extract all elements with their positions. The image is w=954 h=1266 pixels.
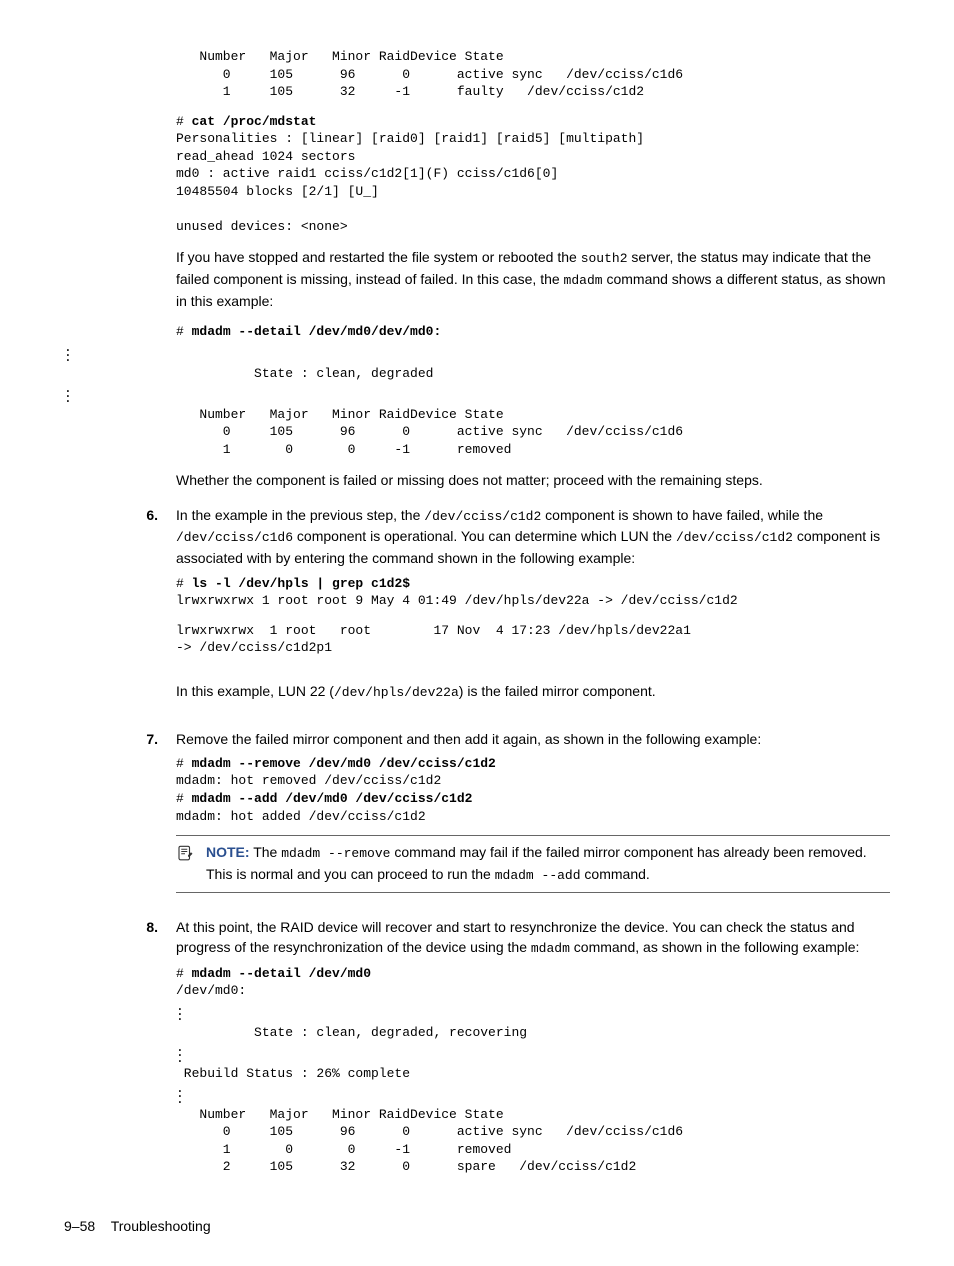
note-text: NOTE: The mdadm --remove command may fai… [206,842,890,886]
vdots: . . . [64,345,890,361]
code-ls-grep: # ls -l /dev/hpls | grep c1d2$ [176,575,890,593]
code-raid-table-2: Number Major Minor RaidDevice State 0 10… [176,406,890,459]
code-mdadm-add-out: mdadm: hot added /dev/cciss/c1d2 [176,808,890,826]
code-cat-mdstat: # cat /proc/mdstat [176,113,890,131]
page-number: 9–58 [64,1218,95,1234]
code-state-degraded: State : clean, degraded [176,365,890,383]
step-6-text: In the example in the previous step, the… [176,505,890,569]
vdots: . . . [64,386,890,402]
section-title: Troubleshooting [111,1218,211,1234]
paragraph-proceed: Whether the component is failed or missi… [176,470,890,490]
step-number-8: 8. [64,917,176,1176]
step-6-conclusion: In this example, LUN 22 (/dev/hpls/dev22… [176,681,890,703]
paragraph-restart-note: If you have stopped and restarted the fi… [176,247,890,311]
vdots: . . . [176,1086,890,1102]
code-ls-out2: lrwxrwxrwx 1 root root 17 Nov 4 17:23 /d… [176,622,890,657]
step-number-7: 7. [64,729,176,903]
code-raid-table-1: Number Major Minor RaidDevice State 0 10… [176,48,890,101]
code-mdadm-detail-1: # mdadm --detail /dev/md0/dev/md0: [176,323,890,341]
code-dev-md0: /dev/md0: [176,982,890,1000]
code-mdadm-remove: # mdadm --remove /dev/md0 /dev/cciss/c1d… [176,755,890,773]
step-8-text: At this point, the RAID device will reco… [176,917,890,959]
code-ls-out1: lrwxrwxrwx 1 root root 9 May 4 01:49 /de… [176,592,890,610]
note-icon [176,844,194,862]
vdots: . . . [176,1004,890,1020]
code-mdadm-detail-2: # mdadm --detail /dev/md0 [176,965,890,983]
step-number-6: 6. [64,505,176,715]
vdots: . . . [176,1045,890,1061]
code-rebuild-status: Rebuild Status : 26% complete [176,1065,890,1083]
note-box: NOTE: The mdadm --remove command may fai… [176,835,890,893]
code-mdadm-add: # mdadm --add /dev/md0 /dev/cciss/c1d2 [176,790,890,808]
code-raid-table-3: Number Major Minor RaidDevice State 0 10… [176,1106,890,1176]
page-footer: 9–58 Troubleshooting [64,1216,890,1236]
code-mdadm-remove-out: mdadm: hot removed /dev/cciss/c1d2 [176,772,890,790]
code-cat-mdstat-out: Personalities : [linear] [raid0] [raid1]… [176,130,890,235]
step-7-text: Remove the failed mirror component and t… [176,729,890,749]
code-state-recovering: State : clean, degraded, recovering [176,1024,890,1042]
